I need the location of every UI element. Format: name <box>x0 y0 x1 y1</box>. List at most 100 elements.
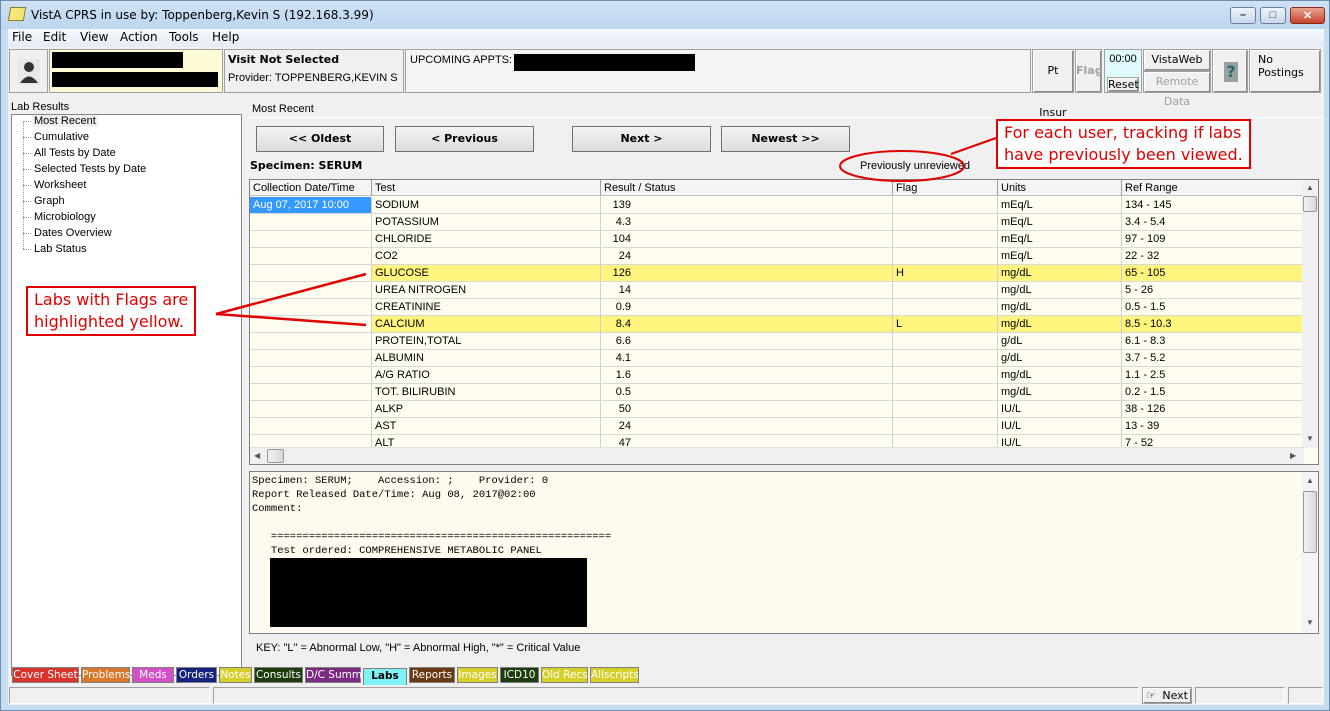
title-bar[interactable]: VistA CPRS in use by: Toppenberg,Kevin S… <box>1 1 1329 29</box>
lab-result-row[interactable]: CALCIUM 8.4 Lmg/dL 8.5 - 10.3 <box>250 316 1304 333</box>
upcoming-appts[interactable]: UPCOMING APPTS: <box>405 49 1031 93</box>
menu-action[interactable]: Action <box>120 30 158 44</box>
flag-cell <box>892 299 997 316</box>
scroll-thumb[interactable] <box>1303 196 1317 212</box>
specimen-label: Specimen: SERUM <box>250 159 363 172</box>
report-scroll-thumb[interactable] <box>1303 491 1317 553</box>
patient-photo-button[interactable] <box>9 49 48 93</box>
next-button[interactable]: Next > <box>572 126 711 152</box>
next-notification-button[interactable]: ☞ Next <box>1142 687 1192 704</box>
tab-reports[interactable]: Reports <box>409 667 455 683</box>
column-header-units[interactable]: Units <box>997 180 1121 196</box>
lab-result-row[interactable]: POTASSIUM 4.3 mEq/L 3.4 - 5.4 <box>250 214 1304 231</box>
maximize-button[interactable]: □ <box>1260 7 1286 24</box>
tree-item-lab-status[interactable]: Lab Status <box>32 243 89 255</box>
tab-icd10[interactable]: ICD10 <box>500 667 539 683</box>
ref-range-cell: 0.2 - 1.5 <box>1121 384 1304 401</box>
visit-info[interactable]: Visit Not Selected Provider: TOPPENBERG,… <box>224 49 404 93</box>
tree-item-cumulative[interactable]: Cumulative <box>32 131 91 143</box>
lab-result-row[interactable]: GLUCOSE 126 Hmg/dL 65 - 105 <box>250 265 1304 282</box>
test-name-cell: PROTEIN,TOTAL <box>371 333 600 350</box>
menu-edit[interactable]: Edit <box>43 30 66 44</box>
lab-result-row[interactable]: AST 24 IU/L 13 - 39 <box>250 418 1304 435</box>
tree-item-worksheet[interactable]: Worksheet <box>32 179 88 191</box>
previous-button[interactable]: < Previous <box>395 126 534 152</box>
scroll-left-icon[interactable]: ◀ <box>254 451 260 460</box>
menu-help[interactable]: Help <box>212 30 239 44</box>
newest-button[interactable]: Newest >> <box>721 126 850 152</box>
result-cell: 8.4 <box>600 316 892 333</box>
patient-info[interactable] <box>49 49 223 93</box>
grid-vertical-scrollbar[interactable]: ▲ ▼ <box>1302 180 1318 448</box>
lab-result-row[interactable]: CO2 24 mEq/L 22 - 32 <box>250 248 1304 265</box>
tree-item-graph[interactable]: Graph <box>32 195 67 207</box>
flag-button[interactable]: Flag <box>1075 49 1103 93</box>
hscroll-thumb[interactable] <box>267 449 284 463</box>
units-cell: mg/dL <box>997 282 1121 299</box>
tab-meds[interactable]: Meds <box>132 667 174 683</box>
column-header-result[interactable]: Result / Status <box>600 180 892 196</box>
tab-cover-sheet[interactable]: Cover Sheet <box>12 667 79 683</box>
callout-line: For each user, tracking if labs <box>1004 123 1242 142</box>
column-header-collection[interactable]: Collection Date/Time <box>250 180 371 196</box>
result-cell: 14 <box>600 282 892 299</box>
column-header-test[interactable]: Test <box>371 180 600 196</box>
scroll-up-icon[interactable]: ▲ <box>1306 183 1314 192</box>
reset-button[interactable]: Reset <box>1107 77 1139 92</box>
collection-datetime-cell <box>250 418 371 435</box>
menu-view[interactable]: View <box>80 30 108 44</box>
vistaweb-button[interactable]: VistaWeb <box>1143 49 1211 71</box>
column-header-flag[interactable]: Flag <box>892 180 997 196</box>
menu-tools[interactable]: Tools <box>169 30 199 44</box>
lab-result-row[interactable]: CREATININE 0.9 mg/dL 0.5 - 1.5 <box>250 299 1304 316</box>
lab-result-row[interactable]: TOT. BILIRUBIN 0.5 mg/dL 0.2 - 1.5 <box>250 384 1304 401</box>
scroll-right-icon[interactable]: ▶ <box>1290 451 1296 460</box>
grid-horizontal-scrollbar[interactable]: ◀ ▶ <box>250 447 1304 464</box>
pt-insur-button[interactable]: Pt Insur <box>1032 49 1074 119</box>
tab-consults[interactable]: Consults <box>254 667 303 683</box>
tab-allscripts[interactable]: Allscripts <box>590 667 639 683</box>
tab-labs[interactable]: Labs <box>363 668 407 685</box>
result-cell: 24 <box>600 418 892 435</box>
tree-item-selected-tests-by-date[interactable]: Selected Tests by Date <box>32 163 148 175</box>
collection-datetime-cell <box>250 265 371 282</box>
tab-orders[interactable]: Orders <box>176 667 217 683</box>
flag-cell: H <box>892 265 997 282</box>
tab-images[interactable]: Images <box>457 667 498 683</box>
minimize-button[interactable]: – <box>1230 7 1256 24</box>
review-tracking-callout: For each user, tracking if labs have pre… <box>996 119 1251 169</box>
close-button[interactable]: ✕ <box>1290 7 1325 24</box>
tab-d-c-summ[interactable]: D/C Summ <box>305 667 362 683</box>
tree-item-all-tests-by-date[interactable]: All Tests by Date <box>32 147 118 159</box>
lab-result-row[interactable]: Aug 07, 2017 10:00 SODIUM 139 mEq/L 134 - 14… <box>250 197 1304 214</box>
report-scroll-down-icon[interactable]: ▼ <box>1306 618 1314 627</box>
oldest-button[interactable]: << Oldest <box>256 126 384 152</box>
report-vertical-scrollbar[interactable]: ▲ ▼ <box>1302 472 1318 633</box>
tree-item-microbiology[interactable]: Microbiology <box>32 211 98 223</box>
lab-result-row[interactable]: CHLORIDE 104 mEq/L 97 - 109 <box>250 231 1304 248</box>
lab-result-row[interactable]: PROTEIN,TOTAL 6.6 g/dL 6.1 - 8.3 <box>250 333 1304 350</box>
report-scroll-up-icon[interactable]: ▲ <box>1306 476 1314 485</box>
report-text: Specimen: SERUM; Accession: ; Provider: … <box>252 475 612 557</box>
tab-old-recs[interactable]: Old Recs <box>541 667 588 683</box>
lab-result-row[interactable]: ALBUMIN 4.1 g/dL 3.7 - 5.2 <box>250 350 1304 367</box>
column-header-ref-range[interactable]: Ref Range <box>1121 180 1304 196</box>
flag-cell <box>892 282 997 299</box>
result-value: 4.3 <box>615 216 631 228</box>
tree-item-most-recent[interactable]: Most Recent <box>32 115 98 127</box>
test-name-cell: ALBUMIN <box>371 350 600 367</box>
remote-data-button[interactable]: Remote Data <box>1143 71 1211 108</box>
lab-result-row[interactable]: ALKP 50 IU/L 38 - 126 <box>250 401 1304 418</box>
tab-problems[interactable]: Problems <box>81 667 130 683</box>
lab-result-row[interactable]: A/G RATIO 1.6 mg/dL 1.1 - 2.5 <box>250 367 1304 384</box>
tab-notes[interactable]: Notes <box>219 667 252 683</box>
lab-result-row[interactable]: UREA NITROGEN 14 mg/dL 5 - 26 <box>250 282 1304 299</box>
report-text-area[interactable]: Specimen: SERUM; Accession: ; Provider: … <box>249 471 1319 634</box>
menu-file[interactable]: File <box>12 30 32 44</box>
scroll-down-icon[interactable]: ▼ <box>1306 434 1314 443</box>
result-cell: 0.9 <box>600 299 892 316</box>
tree-item-dates-overview[interactable]: Dates Overview <box>32 227 114 239</box>
help-button[interactable]: ? <box>1212 49 1248 93</box>
redacted-appts <box>514 54 695 71</box>
postings-button[interactable]: No Postings <box>1249 49 1321 93</box>
